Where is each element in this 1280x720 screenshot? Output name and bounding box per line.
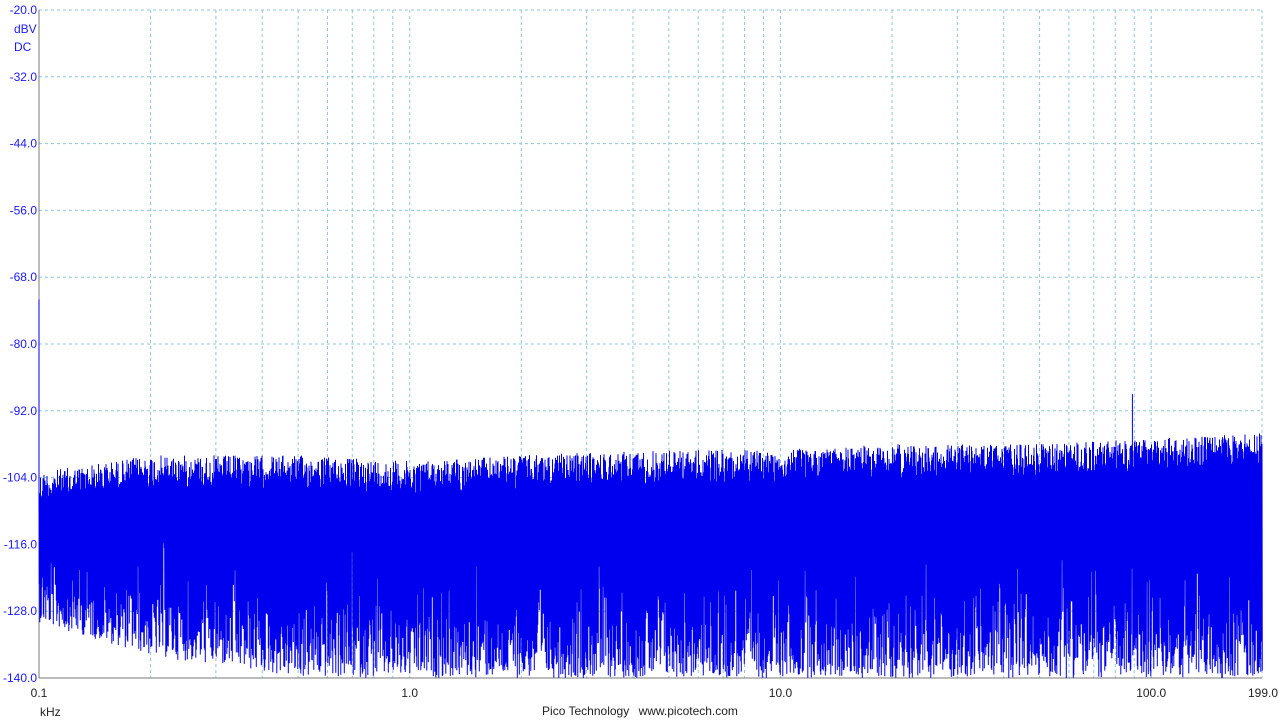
y-tick-label: -116.0 xyxy=(4,537,37,551)
y-tick-label: -56.0 xyxy=(10,203,38,217)
y-tick-label: -44.0 xyxy=(10,137,38,151)
footer: Pico Technology www.picotech.com xyxy=(0,704,1280,718)
x-tick-label: 10.0 xyxy=(769,686,793,700)
footer-brand: Pico Technology xyxy=(542,704,630,718)
x-axis-tick-labels: 0.1 1.0 10.0 100.0 199.0 xyxy=(31,686,1279,700)
x-tick-label: 100.0 xyxy=(1136,686,1166,700)
spectrum-trace xyxy=(38,299,1263,679)
y-unit-label: dBV xyxy=(14,22,37,36)
y-tick-label: -32.0 xyxy=(10,70,38,84)
y-tick-label: -80.0 xyxy=(10,337,38,351)
y-tick-label: -92.0 xyxy=(10,404,38,418)
y-tick-label: -104.0 xyxy=(3,471,37,485)
y-tick-label: -68.0 xyxy=(10,270,38,284)
y-axis-tick-labels: -20.0 -32.0 -44.0 -56.0 -68.0 -80.0 -92.0 -104.… xyxy=(3,3,37,685)
x-tick-label: 199.0 xyxy=(1248,686,1278,700)
spectrum-chart: -20.0 -32.0 -44.0 -56.0 -68.0 -80.0 -92.0 -104.… xyxy=(3,3,1279,719)
y-tick-label: -20.0 xyxy=(10,3,38,17)
footer-url: www.picotech.com xyxy=(638,704,738,718)
x-tick-label: 0.1 xyxy=(31,686,48,700)
y-tick-label: -140.0 xyxy=(3,671,37,685)
y-tick-label: -128.0 xyxy=(3,604,37,618)
y-coupling-label: DC xyxy=(14,40,32,54)
x-tick-label: 1.0 xyxy=(401,686,418,700)
